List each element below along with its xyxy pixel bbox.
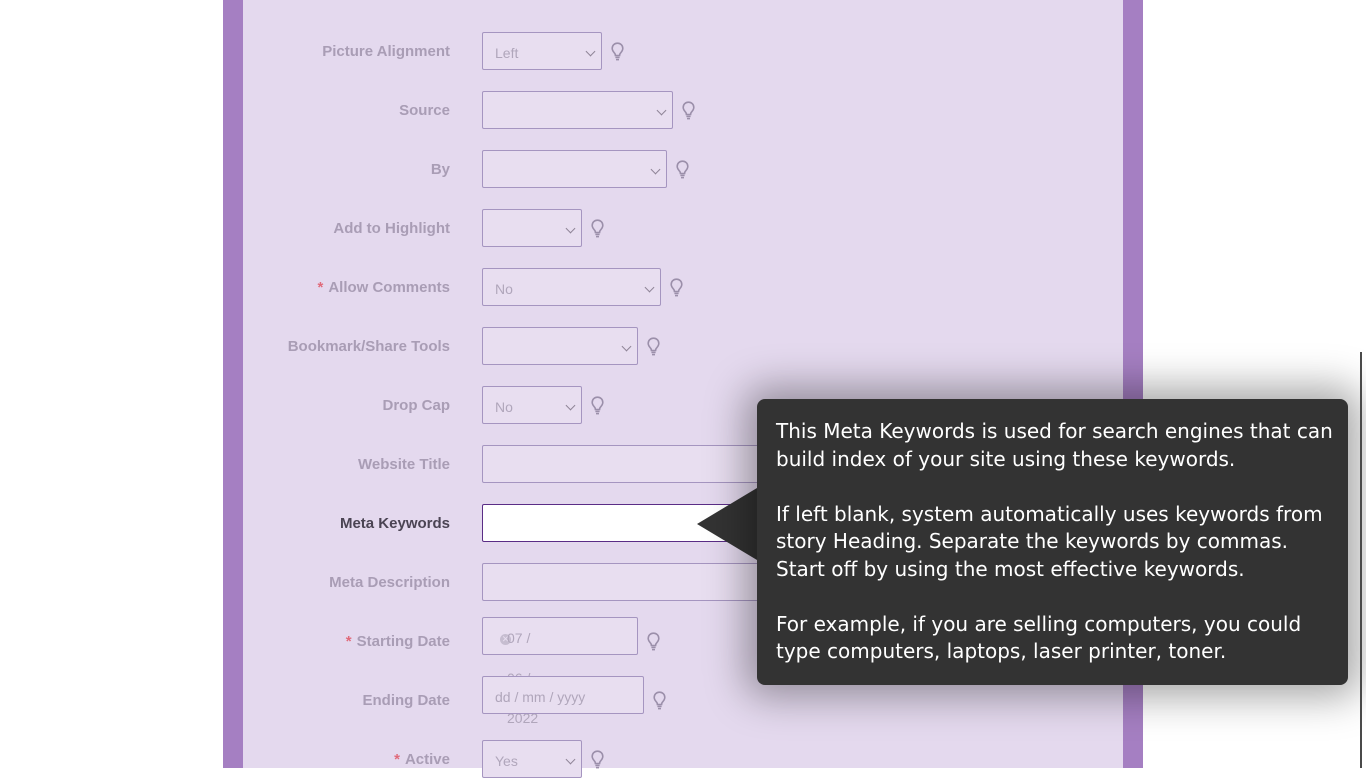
chevron-down-icon [656,105,667,116]
picture-alignment-label: Picture Alignment [322,43,450,60]
allow-comments-label: * Allow Comments [317,279,450,296]
lightbulb-icon[interactable] [591,219,604,239]
form-row-ending-date: Ending Date dd / mm / yyyy [243,676,1123,721]
tooltip-arrow [697,488,757,560]
add-to-highlight-select[interactable] [482,209,582,247]
source-label: Source [399,102,450,119]
by-label: By [430,161,450,178]
form-row-allow-comments: * Allow Comments No [243,268,1123,308]
chevron-down-icon [650,164,661,175]
active-value: Yes [495,753,518,769]
required-marker: * [345,633,352,650]
allow-comments-select[interactable]: No [482,268,661,306]
active-select[interactable]: Yes [482,740,582,778]
required-marker: * [317,279,324,296]
website-title-input[interactable] [482,445,802,483]
lightbulb-icon[interactable] [647,337,660,357]
starting-date-input[interactable]: 07 / 06 / 2022✕ [482,617,638,726]
form-row-source: Source [243,91,1123,131]
lightbulb-icon[interactable] [591,750,604,770]
ending-date-placeholder: dd / mm / yyyy [495,689,586,705]
lightbulb-icon[interactable] [611,42,624,62]
chevron-down-icon [565,400,576,411]
ending-date-label: Ending Date [362,692,450,709]
tooltip-paragraph: If left blank, system automatically uses… [776,501,1323,581]
meta-keywords-tooltip: This Meta Keywords is used for search en… [757,399,1348,685]
chevron-down-icon [644,282,655,293]
meta-description-label: Meta Description [329,574,450,591]
chevron-down-icon [565,754,576,765]
tooltip-paragraph: For example, if you are selling computer… [776,611,1302,664]
lightbulb-icon[interactable] [591,396,604,416]
lightbulb-icon[interactable] [653,691,666,711]
by-select[interactable] [482,150,667,188]
scrollbar-thumb[interactable] [1360,352,1362,768]
chevron-down-icon [565,223,576,234]
picture-alignment-select[interactable]: Left [482,32,602,70]
meta-description-input[interactable] [482,563,802,601]
lightbulb-icon[interactable] [682,101,695,121]
drop-cap-select[interactable]: No [482,386,582,424]
form-row-add-to-highlight: Add to Highlight [243,209,1123,249]
allow-comments-value: No [495,281,513,297]
required-marker: * [394,751,400,768]
form-row-active: * Active Yes [243,740,1123,780]
form-row-by: By [243,150,1123,190]
website-title-label: Website Title [358,456,450,473]
lightbulb-icon[interactable] [676,160,689,180]
drop-cap-label: Drop Cap [382,397,451,414]
meta-keywords-label: Meta Keywords [339,515,450,532]
bookmark-share-tools-label: Bookmark/Share Tools [287,338,450,355]
drop-cap-value: No [495,399,513,415]
active-label: * Active [394,751,450,768]
lightbulb-icon[interactable] [647,632,660,652]
chevron-down-icon [621,341,632,352]
add-to-highlight-label: Add to Highlight [333,220,450,237]
ending-date-input[interactable]: dd / mm / yyyy [482,676,644,714]
tooltip-paragraph: This Meta Keywords is used for search en… [776,419,1333,471]
chevron-down-icon [585,46,596,57]
form-row-bookmark-share-tools: Bookmark/Share Tools [243,327,1123,367]
form-row-picture-alignment: Picture Alignment Left [243,32,1123,72]
source-select[interactable] [482,91,673,129]
bookmark-share-tools-select[interactable] [482,327,638,365]
starting-date-label: * Starting Date [345,633,450,650]
picture-alignment-value: Left [495,45,519,61]
lightbulb-icon[interactable] [670,278,683,298]
